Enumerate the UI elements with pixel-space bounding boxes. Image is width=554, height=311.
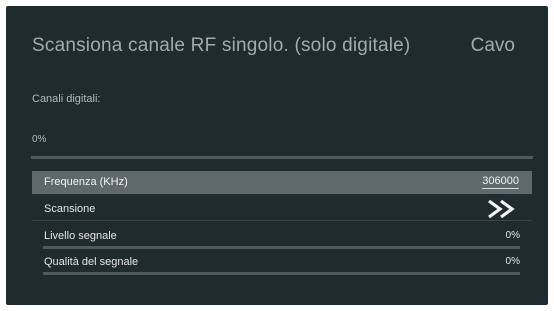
scan-progress-text: 0%	[32, 134, 47, 145]
signal-level-bar	[43, 246, 520, 249]
signal-level-row: Livello segnale 0%	[32, 227, 532, 253]
double-chevron-right-icon[interactable]	[486, 199, 520, 219]
frequency-label: Frequenza (KHz)	[44, 176, 128, 188]
tuner-mode-label: Cavo	[470, 35, 515, 56]
signal-level-label: Livello segnale	[44, 230, 117, 242]
signal-quality-label: Qualità del segnale	[44, 256, 139, 268]
page-title: Scansiona canale RF singolo. (solo digit…	[32, 35, 411, 56]
signal-quality-bar	[43, 272, 520, 275]
scan-label: Scansione	[44, 203, 96, 215]
frequency-input[interactable]: 306000	[482, 175, 519, 189]
signal-quality-value: 0%	[505, 256, 520, 267]
signal-level-value: 0%	[505, 230, 520, 241]
scan-screen: Scansiona canale RF singolo. (solo digit…	[6, 6, 548, 305]
frequency-row[interactable]: Frequenza (KHz) 306000	[32, 171, 532, 194]
scan-row[interactable]: Scansione	[32, 198, 532, 220]
scan-progress-bar	[31, 156, 533, 159]
row-divider	[32, 220, 532, 221]
digital-channels-label: Canali digitali:	[32, 93, 101, 105]
signal-quality-row: Qualità del segnale 0%	[32, 253, 532, 279]
